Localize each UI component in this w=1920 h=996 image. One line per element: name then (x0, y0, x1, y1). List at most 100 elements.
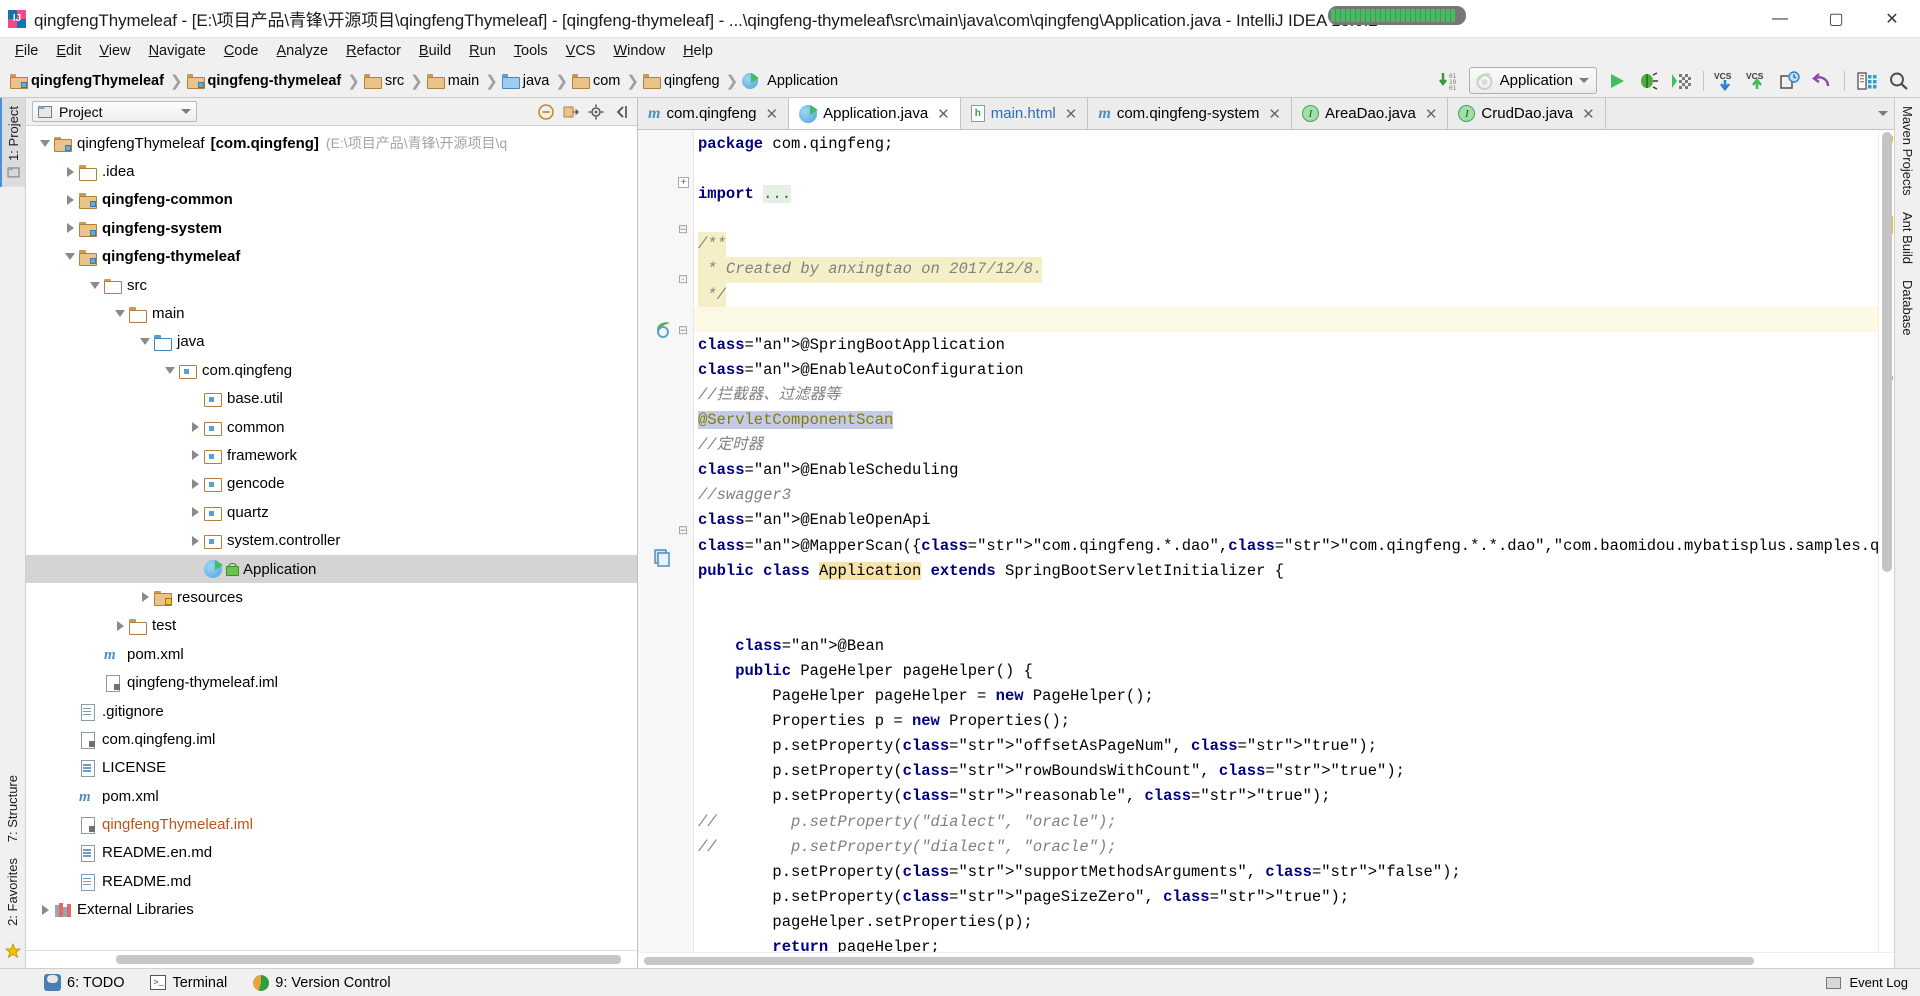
breadcrumb-item-qingfeng-thymeleaf[interactable]: qingfeng-thymeleaf (185, 68, 346, 94)
vcs-history-icon[interactable] (1775, 67, 1805, 95)
tree-node-qingfeng-common[interactable]: qingfeng-common (26, 186, 637, 214)
menu-file[interactable]: File (6, 40, 47, 62)
project-tree-hscrollbar[interactable] (26, 950, 637, 968)
tree-twisty[interactable] (61, 730, 79, 748)
tree-twisty[interactable] (61, 844, 79, 862)
vcs-update-icon[interactable]: VCS (1711, 67, 1741, 95)
tree-node-qingfengthymeleaf[interactable]: qingfengThymeleaf [com.qingfeng] (E:\项目产品\… (26, 129, 637, 157)
tree-node-qingfeng-thymeleaf[interactable]: qingfeng-thymeleaf (26, 243, 637, 271)
tree-twisty[interactable] (61, 816, 79, 834)
run-configuration-selector[interactable]: Application (1468, 67, 1597, 94)
collapse-arrow-icon[interactable] (86, 276, 104, 294)
close-icon[interactable]: ✕ (766, 105, 779, 123)
hide-panel-icon[interactable] (609, 100, 633, 124)
fold-javadoc-end-icon[interactable]: ⊡ (678, 272, 688, 286)
expand-arrow-icon[interactable] (186, 503, 204, 521)
collapse-arrow-icon[interactable] (111, 305, 129, 323)
editor-tab-cruddao-java[interactable]: I CrudDao.java ✕ (1448, 98, 1606, 129)
run-application-gutter-icon[interactable] (654, 320, 674, 343)
status-todo[interactable]: 6: TODO (44, 974, 124, 991)
breadcrumb-item-src[interactable]: src (362, 68, 408, 94)
expand-arrow-icon[interactable] (186, 532, 204, 550)
sidebar-item-project[interactable]: 1: Project (0, 98, 25, 187)
close-icon[interactable]: ✕ (1582, 105, 1595, 123)
source-code[interactable]: package com.qingfeng; import ... /** * C… (694, 130, 1878, 952)
editor-tab-com-qingfeng-system[interactable]: m com.qingfeng-system ✕ (1088, 98, 1292, 129)
menu-navigate[interactable]: Navigate (140, 40, 215, 62)
sidebar-item-favorites[interactable]: 2: Favorites (0, 850, 25, 934)
editor-tab-areadao-java[interactable]: I AreaDao.java ✕ (1291, 98, 1449, 129)
autoscroll-icon[interactable] (559, 100, 583, 124)
tree-node-external-libraries[interactable]: External Libraries (26, 896, 637, 924)
status-event-log-label[interactable]: Event Log (1849, 975, 1908, 990)
download-binary-icon[interactable]: 01 10 01 (1434, 67, 1464, 95)
tree-node-src[interactable]: src (26, 271, 637, 299)
collapse-arrow-icon[interactable] (136, 333, 154, 351)
tree-twisty[interactable] (186, 390, 204, 408)
tree-node-quartz[interactable]: quartz (26, 498, 637, 526)
search-everywhere-icon[interactable] (1884, 67, 1914, 95)
breadcrumb-item-main[interactable]: main (425, 68, 483, 94)
tree-node-pom-xml[interactable]: m pom.xml (26, 640, 637, 668)
breadcrumb-item-com[interactable]: com (570, 68, 624, 94)
menu-view[interactable]: View (90, 40, 139, 62)
sidebar-item-ant-build[interactable]: Ant Build (1895, 204, 1920, 272)
tree-node-com-qingfeng-iml[interactable]: com.qingfeng.iml (26, 725, 637, 753)
menu-tools[interactable]: Tools (505, 40, 557, 62)
collapse-arrow-icon[interactable] (36, 134, 54, 152)
maximize-button[interactable]: ▢ (1808, 0, 1864, 38)
expand-arrow-icon[interactable] (36, 901, 54, 919)
menu-vcs[interactable]: VCS (557, 40, 605, 62)
revert-icon[interactable] (1807, 67, 1837, 95)
expand-arrow-icon[interactable] (61, 163, 79, 181)
tree-twisty[interactable] (61, 872, 79, 890)
tree-twisty[interactable] (61, 702, 79, 720)
menu-window[interactable]: Window (604, 40, 674, 62)
expand-arrow-icon[interactable] (111, 617, 129, 635)
collapse-all-icon[interactable] (534, 100, 558, 124)
implementing-class-gutter-icon[interactable] (652, 547, 672, 570)
editor-tab-application-java[interactable]: Application.java ✕ (789, 98, 961, 129)
run-icon[interactable] (1602, 67, 1632, 95)
sidebar-item-maven-projects[interactable]: Maven Projects (1895, 98, 1920, 204)
menu-analyze[interactable]: Analyze (268, 40, 338, 62)
tree-node--gitignore[interactable]: .gitignore (26, 697, 637, 725)
fold-javadoc-icon[interactable]: ⊟ (678, 222, 688, 236)
expand-arrow-icon[interactable] (186, 418, 204, 436)
editor-tab-main-html[interactable]: h main.html ✕ (960, 98, 1089, 129)
favorites-star-icon[interactable] (0, 934, 25, 968)
tree-node-test[interactable]: test (26, 612, 637, 640)
tree-twisty[interactable] (61, 759, 79, 777)
sidebar-item-database[interactable]: Database (1895, 272, 1920, 344)
menu-edit[interactable]: Edit (47, 40, 90, 62)
tree-node-com-qingfeng[interactable]: com.qingfeng (26, 356, 637, 384)
tree-node-pom-xml[interactable]: m pom.xml (26, 782, 637, 810)
tree-node-readme-en-md[interactable]: README.en.md (26, 839, 637, 867)
menu-build[interactable]: Build (410, 40, 460, 62)
tree-node-resources[interactable]: resources (26, 583, 637, 611)
close-icon[interactable]: ✕ (1065, 105, 1078, 123)
tree-node-common[interactable]: common (26, 413, 637, 441)
fold-class-icon[interactable]: ⊟ (678, 323, 688, 337)
fold-mapperscan-icon[interactable]: ⊟ (678, 523, 688, 537)
minimize-button[interactable]: — (1752, 0, 1808, 38)
tree-twisty[interactable] (186, 560, 204, 578)
close-icon[interactable]: ✕ (937, 105, 950, 123)
menu-help[interactable]: Help (674, 40, 722, 62)
code-editor[interactable]: + ⊟ ⊡ ⊟ ⊟ package com.qingfeng; import .… (638, 130, 1894, 952)
close-icon[interactable]: ✕ (1425, 105, 1438, 123)
tree-node-framework[interactable]: framework (26, 441, 637, 469)
expand-arrow-icon[interactable] (136, 588, 154, 606)
tree-node-qingfeng-system[interactable]: qingfeng-system (26, 214, 637, 242)
tree-node--idea[interactable]: .idea (26, 157, 637, 185)
settings-grid-icon[interactable] (1852, 67, 1882, 95)
chevron-down-icon[interactable] (1878, 111, 1888, 116)
editor-vscrollbar[interactable] (1882, 132, 1892, 572)
editor-hscrollbar[interactable] (638, 952, 1894, 968)
tree-node-main[interactable]: main (26, 299, 637, 327)
status-terminal[interactable]: >_ Terminal (150, 975, 227, 991)
tree-twisty[interactable] (86, 645, 104, 663)
tree-node-readme-md[interactable]: README.md (26, 867, 637, 895)
project-tree[interactable]: qingfengThymeleaf [com.qingfeng] (E:\项目产品\… (26, 126, 637, 950)
menu-run[interactable]: Run (460, 40, 505, 62)
